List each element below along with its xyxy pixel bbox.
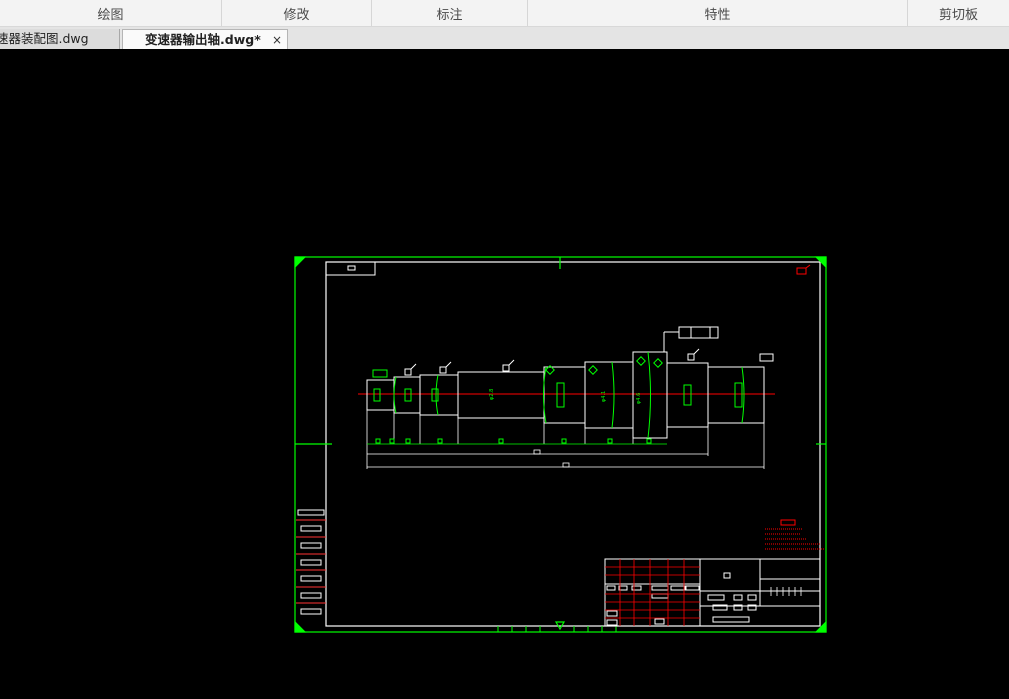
panel-label: 特性 — [704, 7, 731, 23]
panel-label: 剪切板 — [938, 7, 978, 23]
left-revision-boxes — [296, 509, 326, 615]
geometric-tolerance-diamonds — [545, 356, 663, 375]
shaft-part — [358, 351, 775, 439]
dim-text: φ4.1 — [601, 391, 607, 402]
dim-text: φ4.6 — [636, 393, 642, 404]
dim-text: φ2.8 — [489, 389, 495, 400]
document-tab-bar: 速器装配图.dwg 变速器输出轴.dwg* × — [0, 27, 1009, 50]
cad-drawing: φ2.8 φ4.1 φ4.6 — [294, 256, 827, 633]
drawing-frame — [294, 256, 827, 633]
top-left-box — [325, 261, 376, 276]
ribbon-panel-modify[interactable]: 修改 — [222, 0, 372, 26]
ribbon-panel-clipboard[interactable]: 剪切板 — [908, 0, 1009, 26]
panel-label: 修改 — [283, 7, 310, 23]
red-marker — [796, 264, 811, 275]
dim-markers — [375, 438, 652, 444]
tech-requirements-text — [765, 519, 824, 550]
title-block-red-grid — [605, 559, 802, 626]
title-block — [604, 558, 821, 627]
dimension-texts: φ2.8 φ4.1 φ4.6 — [489, 389, 642, 404]
close-icon[interactable]: × — [272, 30, 282, 49]
panel-label: 绘图 — [97, 7, 124, 23]
tab-output-shaft[interactable]: 变速器输出轴.dwg* × — [122, 29, 288, 49]
drawing-canvas[interactable]: φ2.8 φ4.1 φ4.6 — [0, 49, 1009, 695]
ribbon-panel-properties[interactable]: 特性 — [528, 0, 908, 26]
tab-label: 速器装配图.dwg — [0, 31, 89, 46]
tab-assembly-drawing[interactable]: 速器装配图.dwg — [0, 29, 120, 49]
surface-finish-symbols — [404, 326, 774, 376]
frame-ticks — [497, 626, 617, 632]
ribbon-panel-bar: 绘图 修改 标注 特性 剪切板 — [0, 0, 1009, 27]
panel-label: 标注 — [436, 7, 463, 23]
tab-label: 变速器输出轴.dwg* — [145, 32, 261, 47]
ribbon-panel-draw[interactable]: 绘图 — [0, 0, 222, 26]
ribbon-panel-annotate[interactable]: 标注 — [372, 0, 528, 26]
